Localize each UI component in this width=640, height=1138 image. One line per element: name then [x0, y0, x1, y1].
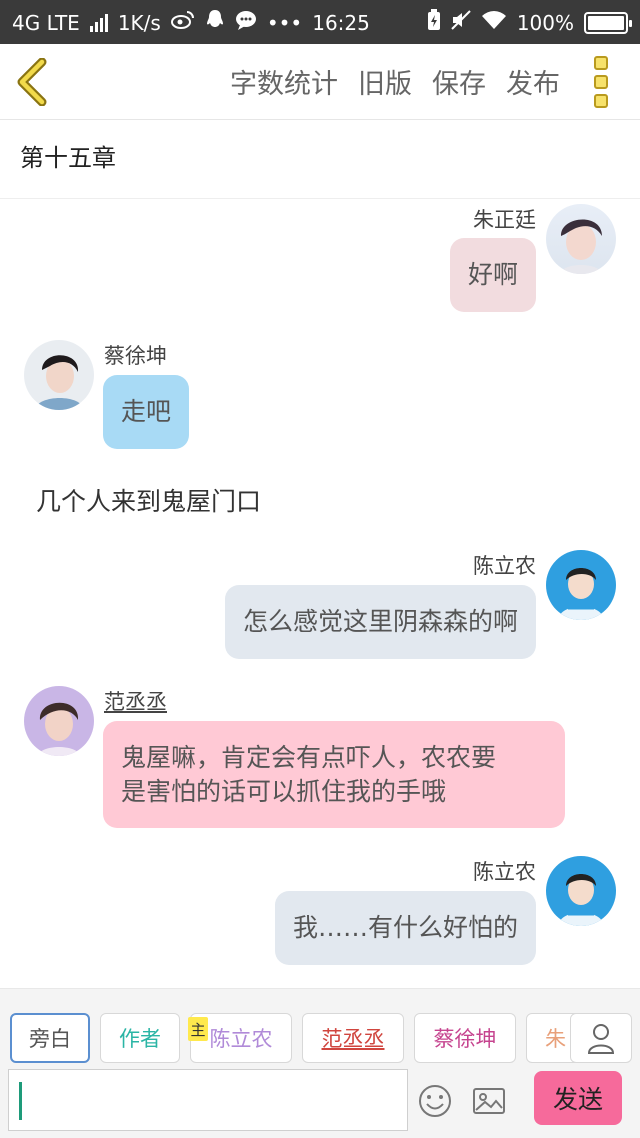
avatar[interactable]: [24, 686, 94, 756]
chapter-title[interactable]: 第十五章: [20, 138, 116, 173]
chevron-left-icon: [17, 57, 47, 107]
narration-text[interactable]: 几个人来到鬼屋门口: [36, 482, 261, 518]
editor-toolbar: 字数统计 旧版 保存 发布: [0, 44, 640, 120]
more-menu-icon[interactable]: [594, 56, 616, 108]
role-selector[interactable]: 旁白 作者 陈立农 范丞丞 蔡徐坤 朱: [0, 1013, 640, 1063]
message-text: 我……有什么好怕的: [292, 913, 518, 942]
weibo-icon: [170, 10, 195, 35]
message-bubble[interactable]: 我……有什么好怕的: [274, 891, 536, 965]
sender-name: 陈立农: [473, 554, 536, 578]
status-bar: 4G LTE 1K/s ••• 16:25 100%: [0, 0, 640, 44]
add-role-button[interactable]: [570, 1013, 632, 1063]
role-label: 陈立农: [209, 1027, 273, 1051]
publish-button[interactable]: 发布: [506, 62, 560, 101]
host-badge: 主: [188, 1017, 208, 1041]
person-avatar-icon: [558, 568, 604, 620]
message-text-line: 是害怕的话可以抓住我的手哦: [121, 776, 447, 806]
message-text: 怎么感觉这里阴森森的啊: [242, 607, 518, 636]
speed-label: 1K/s: [117, 10, 161, 35]
qq-icon: [205, 9, 225, 36]
message-text-line: 鬼屋嘛，肯定会有点吓人，农农要: [121, 742, 497, 772]
charging-icon: [427, 9, 441, 36]
emoji-button[interactable]: [417, 1083, 453, 1119]
role-label: 作者: [119, 1027, 161, 1051]
sender-name: 陈立农: [473, 860, 536, 884]
mute-icon: [451, 10, 471, 35]
network-label: 4G LTE: [12, 10, 80, 35]
image-icon: [473, 1088, 505, 1114]
old-version-button[interactable]: 旧版: [358, 62, 412, 101]
avatar[interactable]: [546, 550, 616, 620]
save-button[interactable]: 保存: [432, 62, 486, 101]
text-caret: [19, 1082, 22, 1120]
message-bubble[interactable]: 好啊: [449, 238, 536, 312]
message-text: 走吧: [121, 397, 172, 426]
role-tab-cai-xukun[interactable]: 蔡徐坤: [414, 1013, 516, 1063]
role-label: 朱: [545, 1027, 566, 1051]
battery-icon: [584, 11, 632, 34]
avatar[interactable]: [546, 856, 616, 926]
person-avatar-icon: [558, 874, 604, 926]
role-label: 范丞丞: [321, 1027, 385, 1051]
word-count-button[interactable]: 字数统计: [230, 62, 338, 101]
time-label: 16:25: [312, 10, 370, 35]
message-bubble[interactable]: 鬼屋嘛，肯定会有点吓人，农农要 是害怕的话可以抓住我的手哦: [103, 721, 565, 828]
sender-name: 范丞丞: [104, 690, 167, 714]
wifi-icon: [481, 10, 507, 35]
image-button[interactable]: [471, 1083, 507, 1119]
composer-panel: 旁白 作者 陈立农 范丞丞 蔡徐坤 朱 主 发送: [0, 988, 640, 1138]
signal-icon: [89, 13, 108, 32]
person-avatar-icon: [560, 219, 602, 274]
message-bubble[interactable]: 走吧: [103, 375, 190, 449]
chat-area[interactable]: 朱正廷 好啊 蔡徐坤 走吧 几个人来到鬼屋门口 陈立农 怎么感觉这里阴森森的啊: [0, 200, 640, 988]
message-bubble[interactable]: 怎么感觉这里阴森森的啊: [224, 585, 536, 659]
role-tab-fan-chengcheng[interactable]: 范丞丞: [302, 1013, 404, 1063]
back-button[interactable]: [14, 57, 54, 107]
avatar[interactable]: [546, 204, 616, 274]
sender-name: 蔡徐坤: [104, 344, 167, 368]
role-label: 蔡徐坤: [433, 1027, 497, 1051]
sender-name: 朱正廷: [473, 208, 536, 232]
chapter-header: 第十五章: [0, 121, 640, 199]
role-tab-author[interactable]: 作者: [100, 1013, 180, 1063]
emoji-icon: [419, 1085, 451, 1117]
role-tab-narrator[interactable]: 旁白: [10, 1013, 90, 1063]
battery-label: 100%: [516, 10, 574, 35]
person-avatar-icon: [38, 702, 80, 756]
message-text: 好啊: [467, 260, 518, 289]
role-label: 旁白: [29, 1027, 71, 1051]
more-dots-icon: •••: [266, 10, 303, 35]
message-input[interactable]: [8, 1069, 408, 1131]
person-icon: [587, 1024, 615, 1054]
avatar[interactable]: [24, 340, 94, 410]
chat-icon: [235, 10, 257, 35]
person-avatar-icon: [34, 355, 84, 410]
send-button[interactable]: 发送: [534, 1071, 622, 1125]
